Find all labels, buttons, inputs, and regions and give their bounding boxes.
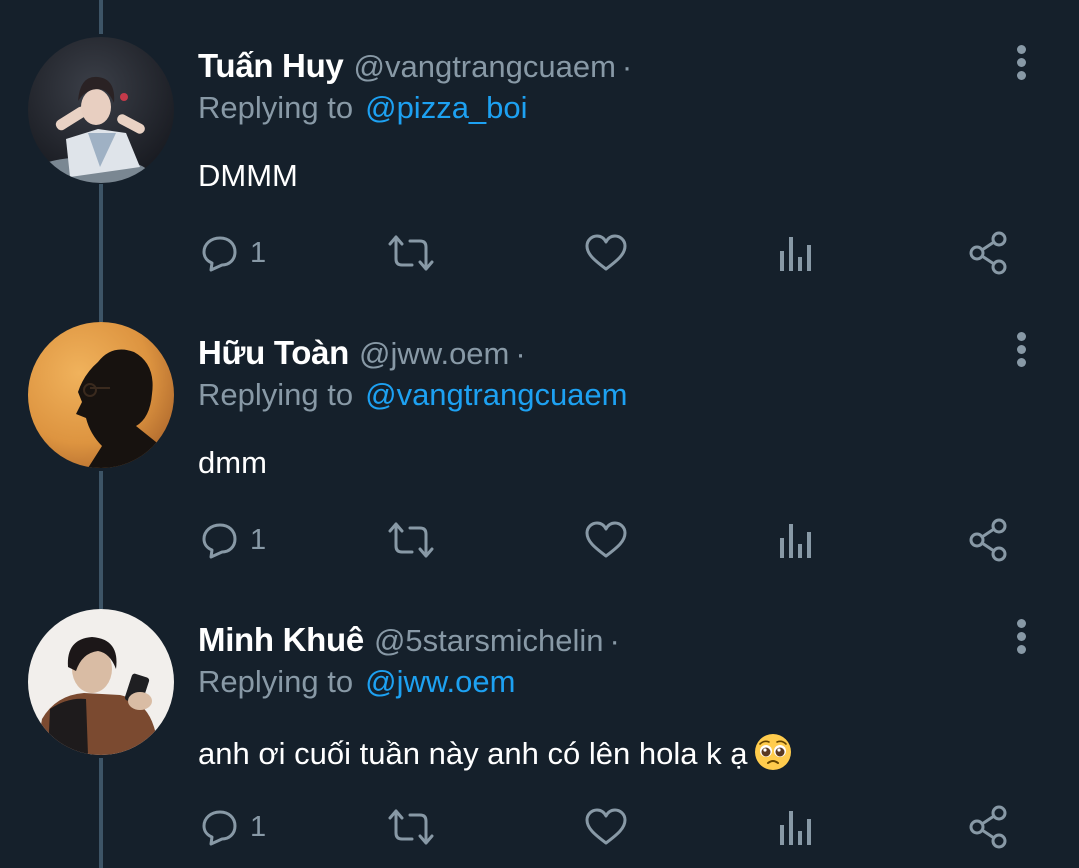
tweet[interactable]: Minh Khuê @5starsmichelin · Replying to @… xyxy=(0,574,1079,861)
retweet-icon xyxy=(388,522,434,558)
like-button[interactable] xyxy=(584,802,628,852)
tweet-header: Tuấn Huy @vangtrangcuaem · xyxy=(198,47,632,87)
tweet-actions: 1 xyxy=(198,515,1028,565)
analytics-button[interactable] xyxy=(778,515,814,565)
analytics-icon xyxy=(780,524,811,558)
like-button[interactable] xyxy=(584,515,628,565)
replying-to-link[interactable]: @jww.oem xyxy=(365,664,515,699)
display-name[interactable]: Hữu Toàn xyxy=(198,334,349,372)
avatar[interactable] xyxy=(28,322,174,468)
display-name[interactable]: Tuấn Huy xyxy=(198,47,344,85)
reply-icon xyxy=(202,523,237,559)
user-handle[interactable]: @5starsmichelin xyxy=(374,623,604,659)
tweet-body: anh ơi cuối tuần này anh có lên hola k ạ xyxy=(198,732,793,772)
share-icon xyxy=(969,231,1007,275)
analytics-button[interactable] xyxy=(778,228,814,278)
retweet-button[interactable] xyxy=(386,228,436,278)
replying-to-label: Replying to xyxy=(198,377,354,412)
retweet-button[interactable] xyxy=(386,802,436,852)
reply-icon xyxy=(202,810,237,846)
heart-icon xyxy=(585,808,627,845)
share-icon xyxy=(969,805,1007,849)
tweet-header: Hữu Toàn @jww.oem · xyxy=(198,334,526,374)
tweet-text: anh ơi cuối tuần này anh có lên hola k ạ xyxy=(198,736,748,771)
more-vertical-icon[interactable] xyxy=(1010,619,1032,655)
heart-icon xyxy=(585,521,627,558)
tweet-text: DMMM xyxy=(198,158,298,193)
tweet[interactable]: Hữu Toàn @jww.oem · Replying to @vangtran… xyxy=(0,287,1079,574)
pleading-face-emoji xyxy=(755,734,792,770)
share-button[interactable] xyxy=(968,515,1010,565)
share-button[interactable] xyxy=(968,802,1010,852)
analytics-icon xyxy=(780,237,811,271)
analytics-icon xyxy=(780,811,811,845)
reply-count: 1 xyxy=(250,523,267,556)
more-vertical-icon[interactable] xyxy=(1010,332,1032,368)
separator-dot: · xyxy=(609,623,620,658)
replying-to: Replying to @jww.oem xyxy=(198,664,515,700)
retweet-button[interactable] xyxy=(386,515,436,565)
avatar[interactable] xyxy=(28,37,174,183)
tweet-text: dmm xyxy=(198,445,267,480)
avatar[interactable] xyxy=(28,609,174,755)
analytics-button[interactable] xyxy=(778,802,814,852)
reply-button[interactable]: 1 xyxy=(200,515,266,565)
reply-button[interactable]: 1 xyxy=(200,228,266,278)
separator-dot: · xyxy=(621,49,633,84)
separator-dot: · xyxy=(515,336,526,371)
reply-count: 1 xyxy=(250,810,267,843)
tweet[interactable]: Tuấn Huy @vangtrangcuaem · Replying to @p… xyxy=(0,0,1079,287)
user-handle[interactable]: @vangtrangcuaem xyxy=(354,49,616,85)
replying-to-label: Replying to xyxy=(198,90,354,125)
retweet-icon xyxy=(388,809,434,845)
share-icon xyxy=(969,518,1007,562)
share-button[interactable] xyxy=(968,228,1010,278)
display-name[interactable]: Minh Khuê xyxy=(198,621,364,659)
tweet-header: Minh Khuê @5starsmichelin · xyxy=(198,621,620,661)
reply-icon xyxy=(202,236,237,272)
reply-count: 1 xyxy=(250,236,267,269)
tweet-actions: 1 xyxy=(198,802,1028,852)
retweet-icon xyxy=(388,235,434,271)
heart-icon xyxy=(585,234,627,271)
replying-to: Replying to @vangtrangcuaem xyxy=(198,377,628,413)
reply-button[interactable]: 1 xyxy=(200,802,266,852)
user-handle[interactable]: @jww.oem xyxy=(359,336,509,372)
tweet-actions: 1 xyxy=(198,228,1028,278)
reply-thread: Tuấn Huy @vangtrangcuaem · Replying to @p… xyxy=(0,0,1079,868)
replying-to-label: Replying to xyxy=(198,664,354,699)
replying-to: Replying to @pizza_boi xyxy=(198,90,528,126)
replying-to-link[interactable]: @pizza_boi xyxy=(365,90,527,125)
more-vertical-icon[interactable] xyxy=(1010,45,1032,81)
like-button[interactable] xyxy=(584,228,628,278)
replying-to-link[interactable]: @vangtrangcuaem xyxy=(365,377,627,412)
